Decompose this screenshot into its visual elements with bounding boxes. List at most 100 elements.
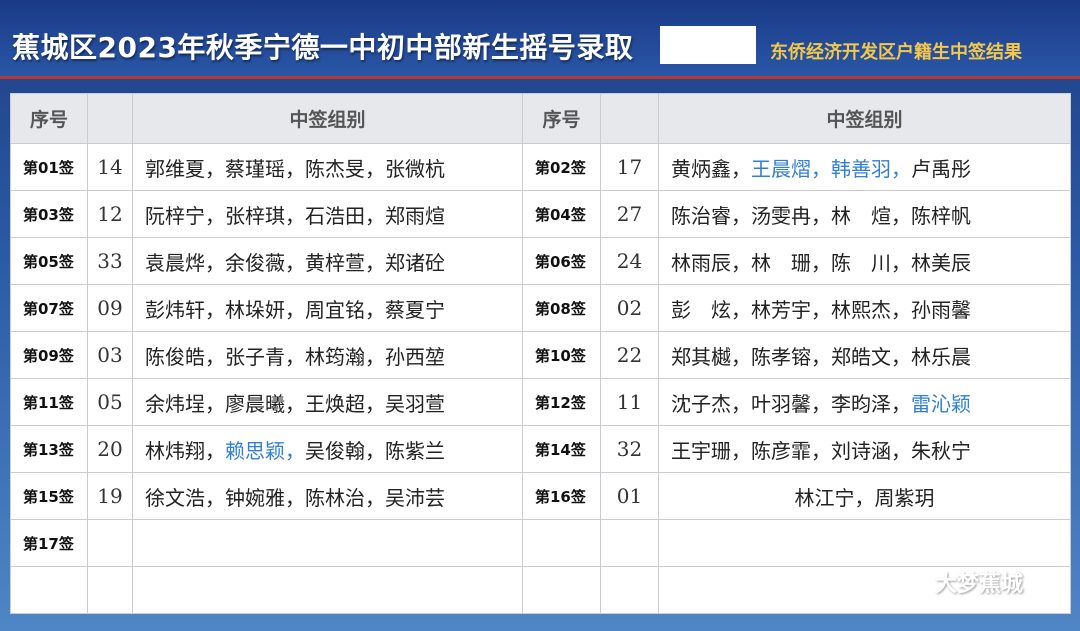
names-text: 王宇珊，陈彦霏，刘诗涵，朱秋宁 [671,438,971,463]
lot-label: 第07签 [10,284,88,332]
page-subtitle: 东侨经济开发区户籍生中签结果 [770,42,1022,63]
page-title: 蕉城区2023年秋季宁德一中初中部新生摇号录取 [12,31,634,64]
winner-names: 黄炳鑫，王晨熠，韩善羽，卢禹彤 [658,143,1071,191]
table-row: 第03签 12 阮梓宁，张梓琪，石浩田，郑雨煊 第04签 27 陈治睿，汤雯冉，林 煊，陈… [10,190,1071,238]
header-blank-left [87,93,133,144]
winner-names [132,566,523,614]
names-text: 吴俊翰，陈紫兰 [305,438,445,463]
wechat-icon [894,568,927,594]
lot-number: 17 [600,143,659,191]
names-text: 林炜翔， [145,438,225,463]
names-text: 卢禹彤 [911,156,971,181]
table-header-row: 序号 中签组别 序号 中签组别 [10,93,1071,144]
table-row: 第01签 14 郭维夏，蔡瑾瑶，陈杰旻，张微杭 第02签 17 黄炳鑫，王晨熠，韩善羽，卢… [10,143,1071,191]
winner-names: 林炜翔，赖思颖，吴俊翰，陈紫兰 [132,425,523,473]
names-text: 沈子杰，叶羽馨，李昀泽， [671,391,911,416]
names-text: 陈俊皓，张子青，林筠瀚，孙西堃 [145,344,445,369]
table-row: 第13签 20 林炜翔，赖思颖，吴俊翰，陈紫兰 第14签 32 王宇珊，陈彦霏，刘诗涵，朱… [10,425,1071,473]
table-row: 第15签 19 徐文浩，钟婉雅，陈林治，吴沛芸 第16签 01 林江宁，周紫玥 [10,472,1071,520]
lot-label: 第12签 [522,378,601,426]
names-text: 陈治睿，汤雯冉，林 煊，陈梓帆 [671,203,971,228]
lot-number: 11 [600,378,659,426]
lot-number [87,519,133,567]
lot-number: 22 [600,331,659,379]
lot-label: 第04签 [522,190,601,238]
winner-names: 袁晨烨，余俊薇，黄梓萱，郑诸砼 [132,237,523,285]
names-text: 林雨辰，林 珊，陈 川，林美辰 [671,250,971,275]
lot-number: 24 [600,237,659,285]
names-text: 黄炳鑫， [671,156,751,181]
names-text: 林江宁，周紫玥 [794,485,935,510]
lot-label: 第16签 [522,472,601,520]
lot-label: 第09签 [10,331,88,379]
table-row: 第07签 09 彭炜轩，林垛妍，周宜铭，蔡夏宁 第08签 02 彭 炫，林芳宇，林熙杰，孙… [10,284,1071,332]
table-row: 第17签 [10,519,1071,567]
names-text: 余炜埕，廖晨曦，王焕超，吴羽萱 [145,391,445,416]
highlighted-names: 王晨熠，韩善羽， [751,156,911,181]
winner-names: 彭 炫，林芳宇，林熙杰，孙雨馨 [658,284,1071,332]
results-table: 序号 中签组别 序号 中签组别 第01签 14 郭维夏，蔡瑾瑶，陈杰旻，张微杭 第02… [10,93,1071,614]
names-text: 彭炜轩，林垛妍，周宜铭，蔡夏宁 [145,297,445,322]
winner-names [132,519,523,567]
lot-label: 第17签 [10,519,88,567]
header-seq-right: 序号 [522,93,601,144]
names-text: 阮梓宁，张梓琪，石浩田，郑雨煊 [145,203,445,228]
lot-number [600,566,659,614]
watermark-text: 大梦蕉城 [935,572,1024,597]
lot-number: 02 [600,284,659,332]
lot-label: 第01签 [10,143,88,191]
lot-number [87,566,133,614]
winner-names: 陈俊皓，张子青，林筠瀚，孙西堃 [132,331,523,379]
lot-label [10,566,88,614]
winner-names [658,519,1071,567]
lot-number: 01 [600,472,659,520]
winner-names: 陈治睿，汤雯冉，林 煊，陈梓帆 [658,190,1071,238]
header-group-left: 中签组别 [132,93,523,144]
lot-number [600,519,659,567]
lot-number: 20 [87,425,133,473]
names-text: 彭 炫，林芳宇，林熙杰，孙雨馨 [671,297,971,322]
header-seq-left: 序号 [10,93,88,144]
lot-label: 第15签 [10,472,88,520]
lot-number: 03 [87,331,133,379]
title-blank-box [660,26,756,62]
lot-number: 05 [87,378,133,426]
winner-names: 余炜埕，廖晨曦，王焕超，吴羽萱 [132,378,523,426]
names-text: 袁晨烨，余俊薇，黄梓萱，郑诸砼 [145,250,445,275]
winner-names: 沈子杰，叶羽馨，李昀泽，雷沁颖 [658,378,1071,426]
watermark: 大梦蕉城 [893,566,1023,598]
lot-number: 14 [87,143,133,191]
lot-label: 第05签 [10,237,88,285]
lot-label: 第10签 [522,331,601,379]
lot-label [522,519,601,567]
winner-names: 林雨辰，林 珊，陈 川，林美辰 [658,237,1071,285]
title-underline [660,62,756,64]
lot-label: 第14签 [522,425,601,473]
table-row: 第11签 05 余炜埕，廖晨曦，王焕超，吴羽萱 第12签 11 沈子杰，叶羽馨，李昀泽，雷… [10,378,1071,426]
lot-label: 第13签 [10,425,88,473]
highlighted-names: 雷沁颖 [911,391,971,416]
header-divider [0,76,1080,79]
lot-number: 12 [87,190,133,238]
lot-label: 第02签 [522,143,601,191]
lot-number: 33 [87,237,133,285]
lot-label: 第03签 [10,190,88,238]
winner-names: 徐文浩，钟婉雅，陈林治，吴沛芸 [132,472,523,520]
winner-names: 王宇珊，陈彦霏，刘诗涵，朱秋宁 [658,425,1071,473]
names-text: 郑其樾，陈孝镕，郑皓文，林乐晨 [671,344,971,369]
lot-number: 32 [600,425,659,473]
header-banner: 蕉城区2023年秋季宁德一中初中部新生摇号录取 东侨经济开发区户籍生中签结果 [0,0,1080,79]
lot-label [522,566,601,614]
lot-label: 第06签 [522,237,601,285]
lot-number: 09 [87,284,133,332]
winner-names: 郑其樾，陈孝镕，郑皓文，林乐晨 [658,331,1071,379]
highlighted-names: 赖思颖， [225,438,305,463]
table-row: 第05签 33 袁晨烨，余俊薇，黄梓萱，郑诸砼 第06签 24 林雨辰，林 珊，陈 川，林… [10,237,1071,285]
lot-label: 第11签 [10,378,88,426]
header-blank-right [600,93,659,144]
names-text: 郭维夏，蔡瑾瑶，陈杰旻，张微杭 [145,156,445,181]
table-row: 第09签 03 陈俊皓，张子青，林筠瀚，孙西堃 第10签 22 郑其樾，陈孝镕，郑皓文，林… [10,331,1071,379]
winner-names: 郭维夏，蔡瑾瑶，陈杰旻，张微杭 [132,143,523,191]
header-group-right: 中签组别 [658,93,1071,144]
lot-number: 19 [87,472,133,520]
